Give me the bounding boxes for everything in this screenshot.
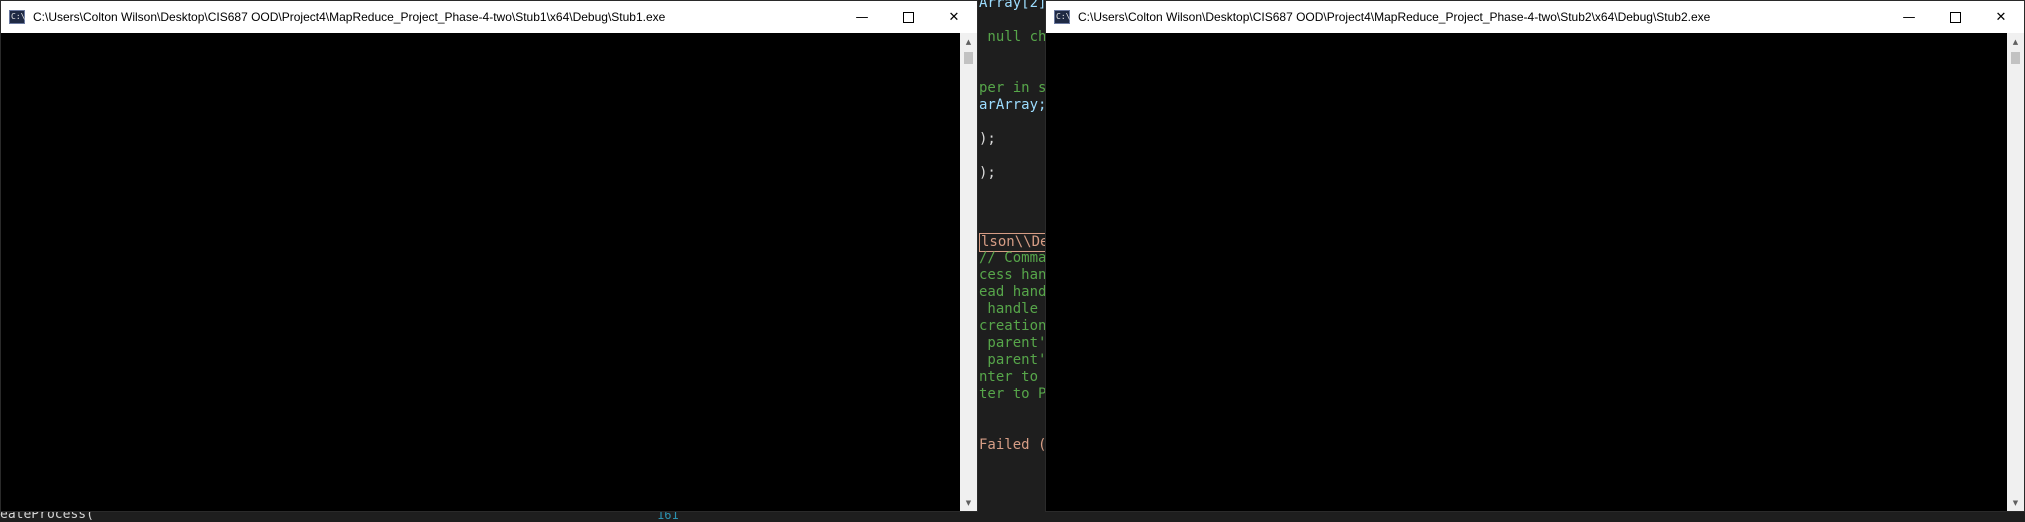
console-window-stub2[interactable]: C:\ C:\Users\Colton Wilson\Desktop\CIS68… — [1045, 0, 2025, 512]
code-line: null cha — [987, 29, 1045, 45]
console-icon[interactable]: C:\ — [9, 10, 25, 24]
code-line: parent's — [987, 352, 1045, 368]
code-line: ); — [979, 165, 996, 181]
close-button[interactable]: ✕ — [1978, 1, 2024, 33]
code-editor-visible-strip: Array[2]; null chaper in starArray;););l… — [973, 0, 1045, 517]
maximize-button[interactable] — [885, 1, 931, 33]
code-line: parent's — [987, 335, 1045, 351]
code-line: // Comman — [979, 250, 1045, 266]
code-line: arArray; — [979, 97, 1045, 113]
code-line: nter to S — [979, 369, 1039, 385]
vertical-scrollbar[interactable]: ▲ ▼ — [2007, 33, 2024, 511]
window-titlebar[interactable]: C:\ C:\Users\Colton Wilson\Desktop\CIS68… — [1, 1, 977, 33]
scroll-down-button[interactable]: ▼ — [960, 494, 977, 511]
code-line: creation — [979, 318, 1045, 334]
scroll-thumb[interactable] — [964, 52, 973, 64]
arrow-up-icon: ▲ — [2012, 37, 2019, 46]
vertical-scrollbar[interactable]: ▲ ▼ — [960, 33, 977, 511]
window-titlebar[interactable]: C:\ C:\Users\Colton Wilson\Desktop\CIS68… — [1046, 1, 2024, 33]
console-output-area[interactable] — [1046, 33, 2007, 511]
console-icon[interactable]: C:\ — [1054, 10, 1070, 24]
minimize-icon: — — [1902, 9, 1916, 25]
arrow-down-icon: ▼ — [2012, 498, 2019, 507]
scroll-up-button[interactable]: ▲ — [2007, 33, 2024, 50]
scroll-up-button[interactable]: ▲ — [960, 33, 977, 50]
close-icon: ✕ — [1995, 9, 2007, 25]
maximize-icon — [1949, 11, 1961, 23]
code-line: handle i — [987, 301, 1039, 317]
minimize-button[interactable]: — — [1886, 1, 1932, 33]
close-icon: ✕ — [948, 9, 960, 25]
arrow-up-icon: ▲ — [965, 37, 972, 46]
maximize-icon — [902, 11, 914, 23]
code-line: per in st — [979, 80, 1045, 96]
close-button[interactable]: ✕ — [931, 1, 977, 33]
code-line: ter to PR — [979, 386, 1045, 402]
window-controls: — ✕ — [839, 1, 977, 33]
code-line: Failed (% — [979, 437, 1045, 453]
code-line: cess hand — [979, 267, 1045, 283]
window-title: C:\Users\Colton Wilson\Desktop\CIS687 OO… — [1078, 10, 1711, 24]
minimize-icon: — — [855, 9, 869, 25]
console-icon-glyph: C:\ — [11, 12, 26, 21]
scroll-down-button[interactable]: ▼ — [2007, 494, 2024, 511]
arrow-down-icon: ▼ — [965, 498, 972, 507]
minimize-button[interactable]: — — [839, 1, 885, 33]
maximize-button[interactable] — [1932, 1, 1978, 33]
console-window-stub1[interactable]: C:\ C:\Users\Colton Wilson\Desktop\CIS68… — [0, 0, 978, 512]
window-controls: — ✕ — [1886, 1, 2024, 33]
scroll-thumb[interactable] — [2011, 52, 2020, 64]
console-icon-glyph: C:\ — [1056, 12, 1071, 21]
code-line: ead handl — [979, 284, 1045, 300]
code-line: Array[2]; — [979, 0, 1045, 11]
code-line: ); — [979, 131, 996, 147]
window-title: C:\Users\Colton Wilson\Desktop\CIS687 OO… — [33, 10, 666, 24]
console-output-area[interactable] — [1, 33, 960, 511]
